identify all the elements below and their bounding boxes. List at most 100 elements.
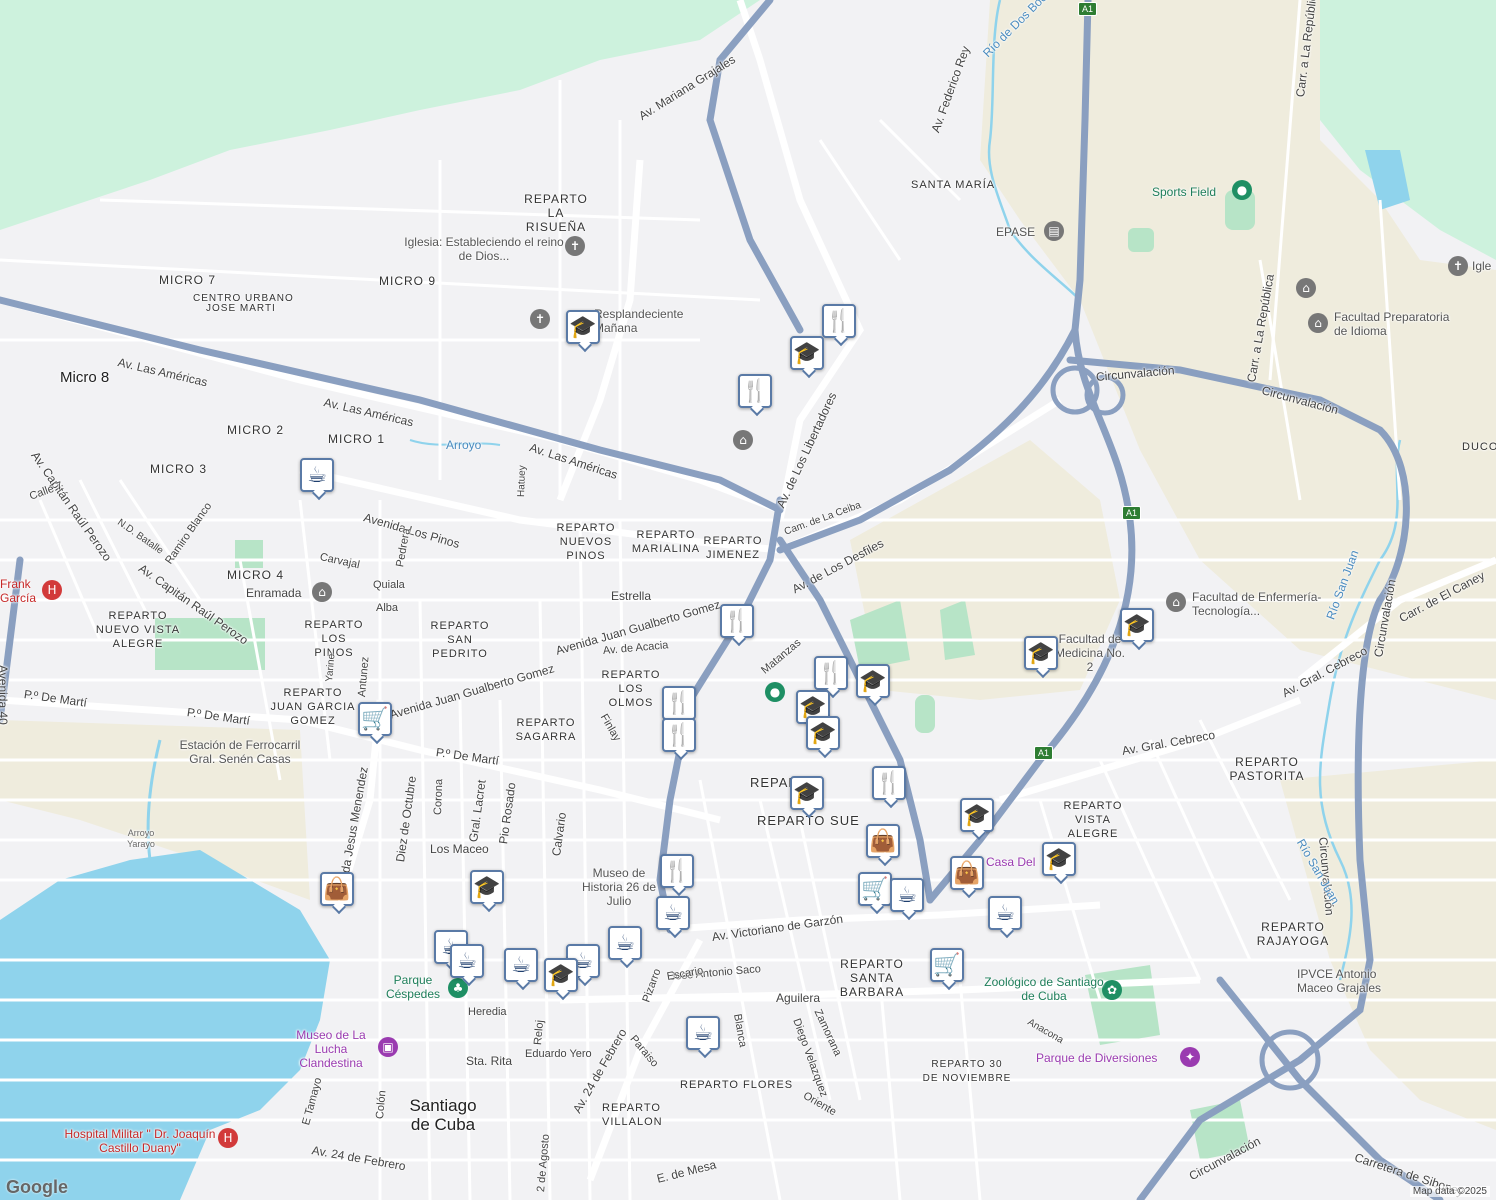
street-label: Eduardo Yero bbox=[525, 1048, 592, 1060]
shopping-cart-marker-icon[interactable]: 🛒 bbox=[930, 948, 964, 982]
hospital-icon[interactable]: H bbox=[42, 580, 62, 600]
poi-sports-field[interactable]: Sports Field bbox=[1152, 185, 1216, 199]
coffee-marker-icon[interactable]: ☕ bbox=[450, 944, 484, 978]
hospital-icon[interactable]: H bbox=[218, 1128, 238, 1148]
school-marker-icon[interactable]: 🎓 bbox=[856, 664, 890, 698]
zoo-paw-icon[interactable]: ✿ bbox=[1102, 980, 1122, 1000]
school-icon[interactable]: ⌂ bbox=[1296, 278, 1316, 298]
poi-ipvce[interactable]: IPVCE Antonio Maceo Grajales bbox=[1297, 967, 1407, 995]
museum-icon[interactable]: ▣ bbox=[378, 1037, 398, 1057]
poi-church[interactable]: Iglesia: Estableciendo el reino de Dios.… bbox=[404, 235, 564, 263]
coffee-marker-icon[interactable]: ☕ bbox=[890, 878, 924, 912]
district-label: REPARTO 30 DE NOVIEMBRE bbox=[922, 1059, 1012, 1084]
highway-shield-a1: A1 bbox=[1122, 506, 1142, 520]
google-logo: Google bbox=[6, 1177, 68, 1197]
coffee-marker-icon[interactable]: ☕ bbox=[686, 1016, 720, 1050]
highway-shield-a1: A1 bbox=[1078, 2, 1098, 16]
district-label: SANTA MARÍA bbox=[911, 179, 996, 191]
poi-epase[interactable]: EPASE bbox=[996, 225, 1035, 239]
poi-train-station[interactable]: Estación de Ferrocarril Gral. Senén Casa… bbox=[170, 738, 310, 766]
poi-parque-cespedes[interactable]: Parque Céspedes bbox=[378, 973, 448, 1001]
street-label: Estrella bbox=[611, 589, 652, 603]
school-marker-icon[interactable]: 🎓 bbox=[1120, 608, 1154, 642]
map-attribution: Map data ©2025 bbox=[1409, 1186, 1490, 1197]
school-marker-icon[interactable]: 🎓 bbox=[960, 798, 994, 832]
shopping-cart-marker-icon[interactable]: 🛒 bbox=[358, 702, 392, 736]
shopping-bag-marker-icon[interactable]: 👜 bbox=[320, 872, 354, 906]
poi-hospital-militar[interactable]: Hospital Militar " Dr. Joaquín Castillo … bbox=[60, 1127, 220, 1155]
poi-ducor: DUCOR bbox=[1462, 441, 1496, 453]
sports-field-pin-icon[interactable]: ● bbox=[1232, 180, 1252, 200]
school-marker-icon[interactable]: 🎓 bbox=[1042, 842, 1076, 876]
poi-museo-historia[interactable]: Museo de Historia 26 de Julio bbox=[574, 866, 664, 908]
district-label: REPARTO SANTA BARBARA bbox=[839, 957, 905, 999]
district-label: REPARTO VILLALON bbox=[602, 1102, 663, 1128]
poi-frank-garcia[interactable]: Frank García bbox=[0, 577, 40, 605]
poi-zoologico[interactable]: Zoológico de Santiago de Cuba bbox=[984, 975, 1104, 1003]
poi-church-resplandeciente[interactable]: Resplandeciente Mañana bbox=[594, 307, 714, 335]
school-marker-icon[interactable]: 🎓 bbox=[470, 870, 504, 904]
district-label: REPARTO MARIALINA bbox=[631, 529, 701, 555]
poi-casa-del[interactable]: Casa Del bbox=[986, 855, 1035, 869]
school-marker-icon[interactable]: 🎓 bbox=[544, 958, 578, 992]
amusement-park-icon[interactable]: ✦ bbox=[1180, 1047, 1200, 1067]
school-icon[interactable]: ⌂ bbox=[312, 582, 332, 602]
street-label: Alba bbox=[376, 602, 399, 614]
district-label: REPARTO JIMENEZ bbox=[703, 535, 763, 561]
district-label: REPARTO JUAN GARCIA GOMEZ bbox=[270, 687, 356, 727]
restaurant-marker-icon[interactable]: 🍴 bbox=[720, 604, 754, 638]
district-label: MICRO 7 bbox=[159, 273, 217, 287]
coffee-marker-icon[interactable]: ☕ bbox=[988, 896, 1022, 930]
restaurant-marker-icon[interactable]: 🍴 bbox=[662, 718, 696, 752]
poi-facultad-medicina[interactable]: Facultad de Medicina No. 2 bbox=[1050, 632, 1130, 674]
poi-facultad-idioma[interactable]: Facultad Preparatoria de Idioma bbox=[1334, 310, 1464, 338]
restaurant-marker-icon[interactable]: 🍴 bbox=[660, 854, 694, 888]
place-pin-icon[interactable]: ● bbox=[765, 682, 785, 702]
shopping-bag-marker-icon[interactable]: 👜 bbox=[866, 824, 900, 858]
shopping-cart-marker-icon[interactable]: 🛒 bbox=[858, 872, 892, 906]
church-cross-icon[interactable]: ✝ bbox=[565, 236, 585, 256]
coffee-marker-icon[interactable]: ☕ bbox=[300, 458, 334, 492]
restaurant-marker-icon[interactable]: 🍴 bbox=[822, 304, 856, 338]
district-label: MICRO 3 bbox=[150, 462, 208, 476]
church-cross-icon[interactable]: ✝ bbox=[530, 309, 550, 329]
school-icon[interactable]: ⌂ bbox=[1166, 592, 1186, 612]
school-icon[interactable]: ⌂ bbox=[733, 430, 753, 450]
church-cross-icon[interactable]: ✝ bbox=[1448, 256, 1468, 276]
street-label: Hatuey bbox=[516, 465, 529, 498]
coffee-marker-icon[interactable]: ☕ bbox=[656, 896, 690, 930]
poi-museo-lucha[interactable]: Museo de La Lucha Clandestina bbox=[286, 1028, 376, 1070]
district-label: REPARTO PASTORITA bbox=[1229, 755, 1305, 783]
restaurant-marker-icon[interactable]: 🍴 bbox=[738, 374, 772, 408]
street-label: Heredia bbox=[468, 1006, 507, 1018]
poi-parque-diversiones[interactable]: Parque de Diversiones bbox=[1036, 1051, 1157, 1065]
school-marker-icon[interactable]: 🎓 bbox=[566, 310, 600, 344]
street-label: Corona bbox=[432, 778, 446, 816]
school-marker-icon[interactable]: 🎓 bbox=[806, 716, 840, 750]
school-marker-icon[interactable]: 🎓 bbox=[790, 776, 824, 810]
epase-icon[interactable]: ▤ bbox=[1044, 221, 1064, 241]
coffee-marker-icon[interactable]: ☕ bbox=[504, 948, 538, 982]
district-label: JOSE MARTI bbox=[206, 303, 276, 314]
district-label: REPARTO LOS OLMOS bbox=[601, 669, 661, 709]
poi-iglesia-east[interactable]: Igle bbox=[1472, 259, 1491, 273]
poi-facultad-enfermeria[interactable]: Facultad de Enfermería-Tecnología... bbox=[1192, 590, 1342, 618]
school-icon[interactable]: ⌂ bbox=[1308, 313, 1328, 333]
school-marker-icon[interactable]: 🎓 bbox=[790, 336, 824, 370]
highway-shield-a1: A1 bbox=[1034, 746, 1054, 760]
district-label: MICRO 1 bbox=[328, 432, 386, 446]
street-label: Aguilera bbox=[776, 991, 821, 1005]
school-marker-icon[interactable]: 🎓 bbox=[1024, 636, 1058, 670]
restaurant-marker-icon[interactable]: 🍴 bbox=[814, 656, 848, 690]
district-label: REPARTO SAGARRA bbox=[515, 717, 577, 743]
water-label: Arroyo bbox=[446, 438, 482, 452]
district-label: Micro 8 bbox=[60, 369, 110, 386]
street-label: Reloj bbox=[532, 1019, 547, 1046]
restaurant-marker-icon[interactable]: 🍴 bbox=[872, 766, 906, 800]
shopping-bag-marker-icon[interactable]: 👜 bbox=[950, 856, 984, 890]
district-label: REPARTO VISTA ALEGRE bbox=[1063, 800, 1123, 840]
coffee-marker-icon[interactable]: ☕ bbox=[608, 926, 642, 960]
restaurant-marker-icon[interactable]: 🍴 bbox=[662, 686, 696, 720]
city-label: Santiago de Cuba bbox=[409, 1096, 477, 1134]
district-label: MICRO 9 bbox=[379, 274, 437, 288]
